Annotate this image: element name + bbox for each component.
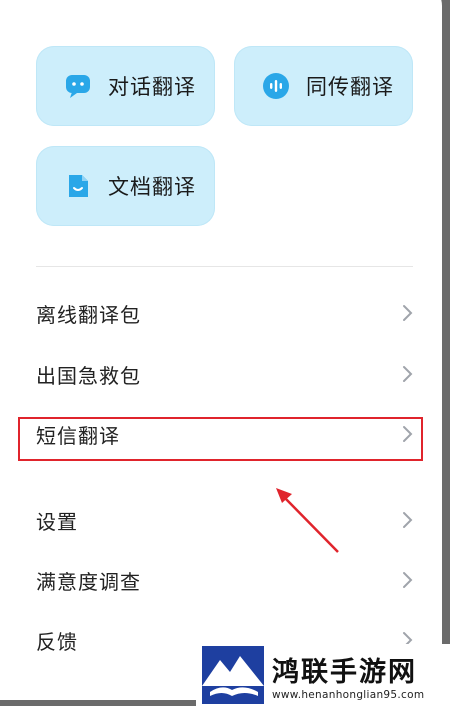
watermark-url: www.henanhonglian95.com — [272, 688, 425, 701]
watermark-logo — [202, 646, 264, 704]
watermark-title: 鸿联手游网 — [272, 656, 417, 688]
annotation-arrow — [276, 488, 339, 553]
watermark: 鸿联手游网 www.henanhonglian95.com — [196, 644, 450, 706]
